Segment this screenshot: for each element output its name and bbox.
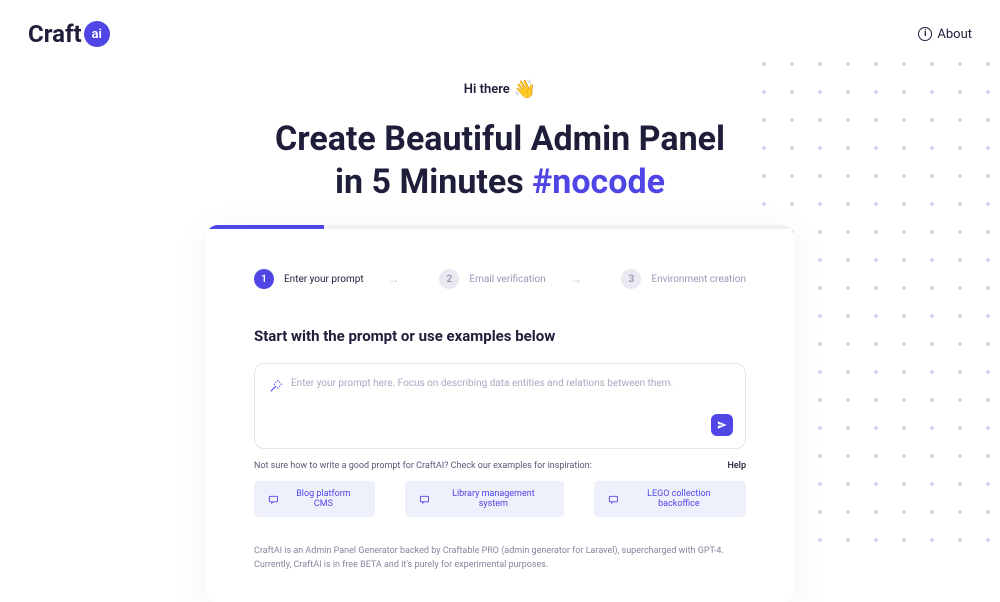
example-lego[interactable]: LEGO collection backoffice: [594, 481, 746, 517]
chat-icon: [268, 494, 279, 505]
hashtag: #nocode: [532, 162, 665, 202]
step-2: 2 Email verification →: [439, 269, 581, 289]
arrow-icon: →: [570, 272, 582, 286]
footer-text: CraftAI is an Admin Panel Generator back…: [254, 545, 746, 572]
hero-section: Hi there 👋 Create Beautiful Admin Panel …: [0, 78, 1000, 203]
greeting-text: Hi there: [464, 82, 510, 97]
hero-title: Create Beautiful Admin Panel in 5 Minute…: [0, 118, 1000, 203]
example-label: LEGO collection backoffice: [626, 489, 732, 509]
magic-wand-icon: [269, 379, 283, 393]
prompt-heading: Start with the prompt or use examples be…: [254, 327, 746, 345]
progress-fill: [206, 225, 324, 229]
send-icon: [717, 420, 727, 430]
arrow-icon: →: [388, 272, 400, 286]
example-library[interactable]: Library management system: [405, 481, 564, 517]
logo-text: Craft: [28, 20, 82, 48]
about-label: About: [937, 27, 972, 42]
steps-row: 1 Enter your prompt → 2 Email verificati…: [254, 269, 746, 289]
help-row: Not sure how to write a good prompt for …: [254, 461, 746, 471]
step-3-num: 3: [621, 269, 641, 289]
greeting: Hi there 👋: [464, 79, 536, 100]
step-1-label: Enter your prompt: [284, 274, 364, 285]
send-button[interactable]: [711, 414, 733, 436]
logo[interactable]: Craftai: [28, 20, 110, 48]
chat-icon: [608, 494, 619, 505]
info-icon: i: [918, 27, 932, 41]
prompt-box: [254, 363, 746, 449]
title-line2-prefix: in 5 Minutes: [335, 162, 532, 202]
logo-badge: ai: [84, 21, 110, 47]
progress-bar: [206, 225, 794, 229]
header: Craftai i About: [0, 0, 1000, 68]
main-card: 1 Enter your prompt → 2 Email verificati…: [206, 225, 794, 602]
prompt-input[interactable]: [291, 378, 731, 389]
about-link[interactable]: i About: [918, 27, 972, 42]
step-1: 1 Enter your prompt →: [254, 269, 400, 289]
step-2-num: 2: [439, 269, 459, 289]
chat-icon: [419, 494, 430, 505]
help-link[interactable]: Help: [727, 461, 746, 471]
example-label: Blog platform CMS: [286, 489, 361, 509]
step-1-num: 1: [254, 269, 274, 289]
step-3-label: Environment creation: [651, 274, 746, 285]
examples-row: Blog platform CMS Library management sys…: [254, 481, 746, 517]
example-label: Library management system: [437, 489, 550, 509]
example-blog-cms[interactable]: Blog platform CMS: [254, 481, 375, 517]
title-line1: Create Beautiful Admin Panel: [275, 119, 725, 159]
step-3: 3 Environment creation: [621, 269, 746, 289]
step-2-label: Email verification: [469, 274, 545, 285]
help-text: Not sure how to write a good prompt for …: [254, 461, 592, 471]
wave-emoji: 👋: [514, 79, 536, 100]
